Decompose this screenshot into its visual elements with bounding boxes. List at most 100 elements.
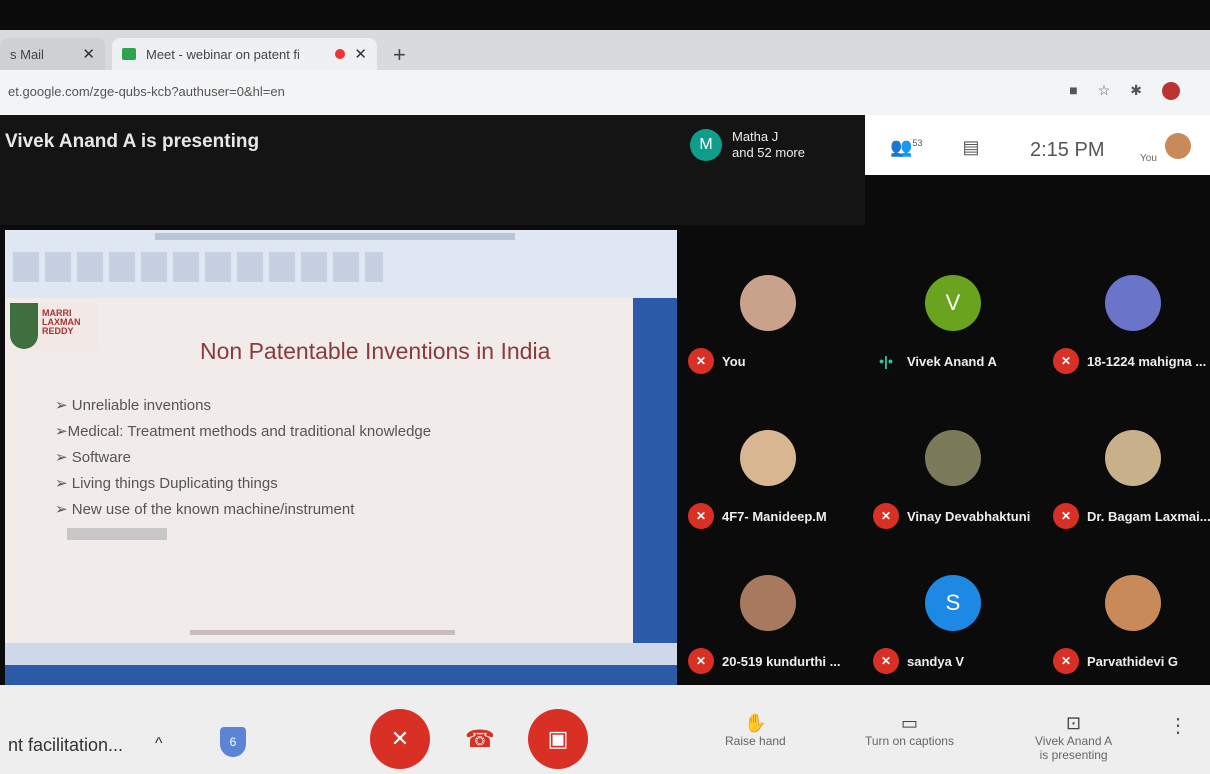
more-options-icon[interactable]: ⋮ bbox=[1168, 713, 1188, 738]
participant-name: Dr. Bagam Laxmai... bbox=[1087, 508, 1210, 524]
meet-favicon-icon bbox=[122, 48, 136, 60]
participant-avatar bbox=[740, 575, 796, 631]
mic-off-icon: ✕ bbox=[688, 348, 714, 374]
toolbar-icons: ■ ☆ ✱ bbox=[1069, 82, 1180, 100]
mic-off-icon: ✕ bbox=[688, 648, 714, 674]
camera-icon[interactable]: ■ bbox=[1069, 82, 1077, 100]
participant-tile[interactable]: ✕ 18-1224 mahigna ... bbox=[1045, 230, 1210, 375]
shield-icon[interactable]: 6 bbox=[220, 727, 246, 757]
logo-shield-icon bbox=[10, 303, 38, 349]
participants-summary[interactable]: M Matha J and 52 more bbox=[690, 129, 805, 161]
participant-name: Vivek Anand A bbox=[907, 353, 997, 369]
participant-avatar: M bbox=[690, 129, 722, 161]
presentation-screen: MARRI LAXMAN REDDY Non Patentable Invent… bbox=[5, 230, 677, 685]
participant-tile[interactable]: ✕ 20-519 kundurthi ... bbox=[680, 530, 852, 675]
profile-avatar[interactable] bbox=[1162, 82, 1180, 100]
mic-toggle-button[interactable]: ✕ bbox=[370, 709, 430, 769]
participant-tile[interactable]: ✕ Vinay Devabhaktuni bbox=[865, 385, 1037, 530]
mic-off-icon: ✕ bbox=[688, 503, 714, 529]
tab-meet-label: Meet - webinar on patent fi bbox=[146, 46, 300, 62]
powerpoint-ribbon bbox=[5, 230, 677, 298]
slide-footer bbox=[190, 630, 455, 635]
participant-name: 18-1224 mahigna ... bbox=[1087, 353, 1207, 369]
new-tab-button[interactable]: + bbox=[393, 42, 406, 68]
presenting-button[interactable]: ⊡ Vivek Anand A is presenting bbox=[1035, 713, 1112, 762]
participant-tile[interactable]: V •|• Vivek Anand A bbox=[865, 230, 1037, 375]
participant-name: Parvathidevi G bbox=[1087, 653, 1179, 669]
chat-icon[interactable]: ▤ bbox=[962, 137, 979, 158]
participant-tile[interactable]: ✕ You bbox=[680, 230, 852, 375]
camera-toggle-button[interactable]: ▣ bbox=[528, 709, 588, 769]
participant-avatar bbox=[925, 430, 981, 486]
participant-avatar bbox=[1105, 275, 1161, 331]
slide: MARRI LAXMAN REDDY Non Patentable Invent… bbox=[5, 298, 633, 643]
speaking-icon: •|• bbox=[879, 353, 893, 369]
powerpoint-titlebar bbox=[155, 233, 515, 240]
star-icon[interactable]: ☆ bbox=[1098, 82, 1111, 100]
participant-avatar: V bbox=[925, 275, 981, 331]
hand-icon: ✋ bbox=[744, 713, 767, 733]
camera-off-icon: ▣ bbox=[547, 726, 569, 751]
participant-name: 4F7- Manideep.M bbox=[722, 508, 827, 524]
mic-off-icon: ✕ bbox=[873, 648, 899, 674]
participant-tile[interactable]: ✕ Parvathidevi G bbox=[1045, 530, 1210, 675]
presenter-line2: is presenting bbox=[1039, 748, 1108, 762]
phone-hangup-icon: ☎ bbox=[465, 725, 495, 753]
bullet-item: ➢ New use of the known machine/instrumen… bbox=[55, 501, 355, 518]
participant-avatar: S bbox=[925, 575, 981, 631]
you-label: You bbox=[1140, 153, 1157, 164]
clock: 2:15 PM bbox=[1030, 139, 1105, 161]
present-screen-icon: ⊡ bbox=[1066, 713, 1082, 733]
participant-avatar bbox=[1105, 575, 1161, 631]
mic-off-icon: ✕ bbox=[1053, 348, 1079, 374]
raise-hand-label: Raise hand bbox=[725, 734, 786, 748]
mic-off-icon: ✕ bbox=[1053, 503, 1079, 529]
tab-meet[interactable]: Meet - webinar on patent fi ✕ bbox=[112, 38, 377, 70]
tab-mail-label: s Mail bbox=[10, 46, 44, 62]
tab-close-icon[interactable]: ✕ bbox=[354, 45, 367, 63]
mic-off-icon: ✕ bbox=[1053, 648, 1079, 674]
meeting-title[interactable]: nt facilitation... bbox=[8, 735, 123, 756]
logo-line: REDDY bbox=[42, 326, 74, 336]
captions-label: Turn on captions bbox=[865, 734, 954, 748]
people-count: 53 bbox=[912, 138, 923, 148]
participant-avatar bbox=[1105, 430, 1161, 486]
powerpoint-status-bar bbox=[5, 643, 677, 665]
participant-tile[interactable]: ✕ Dr. Bagam Laxmai... bbox=[1045, 385, 1210, 530]
people-icon[interactable]: 👥53 bbox=[890, 137, 922, 158]
participant-name: 20-519 kundurthi ... bbox=[722, 653, 841, 669]
meet-controls-bar: nt facilitation... ^ 6 ✕ ☎ ▣ ✋ Raise han… bbox=[0, 685, 1210, 774]
slide-title: Non Patentable Inventions in India bbox=[200, 338, 551, 364]
captions-icon: ▭ bbox=[900, 713, 918, 733]
raise-hand-button[interactable]: ✋ Raise hand bbox=[725, 713, 786, 748]
browser-tab-strip: s Mail ✕ Meet - webinar on patent fi ✕ +… bbox=[0, 30, 1210, 98]
url-text[interactable]: et.google.com/zge-qubs-kcb?authuser=0&hl… bbox=[8, 84, 285, 99]
hangup-button[interactable]: ☎ bbox=[450, 709, 510, 769]
slide-bullets: ➢ Unreliable inventions ➢Medical: Treatm… bbox=[55, 393, 431, 523]
recording-indicator-icon bbox=[335, 49, 345, 59]
tab-mail[interactable]: s Mail ✕ bbox=[0, 38, 105, 70]
participant-tile[interactable]: S ✕ sandya V bbox=[865, 530, 1037, 675]
bullet-item: ➢ Software bbox=[55, 449, 131, 466]
ribbon-tools bbox=[13, 252, 383, 282]
captions-button[interactable]: ▭ Turn on captions bbox=[865, 713, 954, 748]
participants-text: Matha J and 52 more bbox=[732, 129, 805, 161]
self-avatar[interactable] bbox=[1165, 133, 1191, 159]
participant-name: sandya V bbox=[907, 653, 965, 669]
logo-text: MARRI LAXMAN REDDY bbox=[42, 309, 81, 336]
presenting-banner: Vivek Anand A is presenting bbox=[5, 131, 260, 152]
participant-tile[interactable]: ✕ 4F7- Manideep.M bbox=[680, 385, 852, 530]
participant-avatar bbox=[740, 430, 796, 486]
address-bar: et.google.com/zge-qubs-kcb?authuser=0&hl… bbox=[0, 70, 1210, 115]
presenter-line1: Vivek Anand A bbox=[1035, 734, 1113, 748]
college-logo: MARRI LAXMAN REDDY bbox=[10, 303, 98, 351]
tab-close-icon[interactable]: ✕ bbox=[82, 45, 95, 63]
meet-header-panel: 👥53 ▤ 2:15 PM You bbox=[865, 115, 1210, 175]
mic-off-icon: ✕ bbox=[873, 503, 899, 529]
chevron-up-icon[interactable]: ^ bbox=[155, 735, 163, 753]
participants-line2: and 52 more bbox=[732, 145, 805, 160]
bullet-item: ➢Medical: Treatment methods and traditio… bbox=[55, 423, 432, 440]
extension-icon[interactable]: ✱ bbox=[1130, 82, 1142, 100]
participant-avatar bbox=[740, 275, 796, 331]
bullet-item: ➢ Living things Duplicating things bbox=[55, 475, 278, 492]
